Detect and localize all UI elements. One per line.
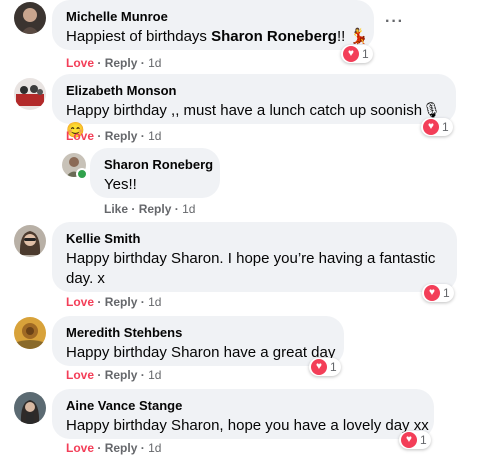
reply-button[interactable]: Reply <box>105 368 138 382</box>
reply-button[interactable]: Reply <box>105 295 138 309</box>
timestamp[interactable]: 1d <box>148 129 161 143</box>
comment-bubble: Elizabeth Monson Happy birthday ,, must … <box>52 74 456 139</box>
reply-button[interactable]: Reply <box>139 202 172 216</box>
comment-actions: Love · Reply · 1d <box>66 368 162 382</box>
reaction-summary[interactable]: ♥ 1 <box>341 45 373 63</box>
comment-bubble: Kellie Smith Happy birthday Sharon. I ho… <box>52 222 457 292</box>
more-horizontal-icon[interactable]: ··· <box>385 13 404 31</box>
reaction-summary[interactable]: ♥ 1 <box>422 284 454 302</box>
love-button[interactable]: Love <box>66 295 94 309</box>
love-button[interactable]: Love <box>66 56 94 70</box>
comment-author[interactable]: Kellie Smith <box>66 231 140 246</box>
avatar[interactable] <box>14 225 46 257</box>
online-status-indicator <box>76 168 88 180</box>
comment-bubble: Michelle Munroe Happiest of birthdays Sh… <box>52 0 374 50</box>
reply-button[interactable]: Reply <box>105 129 138 143</box>
comment-bubble: Sharon Roneberg Yes!! <box>90 148 220 198</box>
reaction-count: 1 <box>330 360 337 374</box>
reaction-summary[interactable]: ♥ 1 <box>421 118 453 136</box>
comment-author[interactable]: Michelle Munroe <box>66 9 168 24</box>
comment-actions: Love · Reply · 1d <box>66 441 162 455</box>
comment-bubble: Meredith Stehbens Happy birthday Sharon … <box>52 316 344 366</box>
comment-author[interactable]: Sharon Roneberg <box>104 157 213 172</box>
reply-button[interactable]: Reply <box>105 56 138 70</box>
heart-icon: ♥ <box>311 359 327 375</box>
reaction-summary[interactable]: ♥ 1 <box>309 358 341 376</box>
comment-actions: Love · Reply · 1d <box>66 56 162 70</box>
dancer-emoji: 💃 <box>349 28 369 45</box>
timestamp[interactable]: 1d <box>148 441 161 455</box>
comment-actions: Love · Reply · 1d <box>66 129 162 143</box>
comment-actions: Love · Reply · 1d <box>66 295 162 309</box>
love-button[interactable]: Love <box>66 129 94 143</box>
comment-author[interactable]: Elizabeth Monson <box>66 83 177 98</box>
timestamp[interactable]: 1d <box>182 202 195 216</box>
reply-button[interactable]: Reply <box>105 441 138 455</box>
comment-text: Happy birthday Sharon, hope you have a l… <box>66 417 429 434</box>
heart-icon: ♥ <box>423 119 439 135</box>
heart-icon: ♥ <box>343 46 359 62</box>
avatar[interactable] <box>14 78 46 110</box>
mentioned-user[interactable]: Sharon Roneberg <box>211 28 337 45</box>
comment-text: Happy birthday Sharon. I hope you’re hav… <box>66 250 436 287</box>
timestamp[interactable]: 1d <box>148 56 161 70</box>
reaction-count: 1 <box>420 433 427 447</box>
avatar[interactable] <box>14 317 46 349</box>
avatar[interactable] <box>14 392 46 424</box>
comment-text: Happy birthday Sharon have a great day <box>66 344 336 361</box>
like-button[interactable]: Like <box>104 202 128 216</box>
comment-text: Happiest of birthdays Sharon Roneberg!! … <box>66 28 369 45</box>
reaction-count: 1 <box>443 286 450 300</box>
avatar[interactable] <box>14 2 46 34</box>
heart-icon: ♥ <box>401 432 417 448</box>
timestamp[interactable]: 1d <box>148 295 161 309</box>
reaction-count: 1 <box>442 120 449 134</box>
reaction-summary[interactable]: ♥ 1 <box>399 431 431 449</box>
comment-actions: Like · Reply · 1d <box>104 202 196 216</box>
comment-text: Yes!! <box>104 176 137 193</box>
heart-icon: ♥ <box>424 285 440 301</box>
timestamp[interactable]: 1d <box>148 368 161 382</box>
reaction-count: 1 <box>362 47 369 61</box>
comment-author[interactable]: Aine Vance Stange <box>66 398 182 413</box>
comment-bubble: Aine Vance Stange Happy birthday Sharon,… <box>52 389 434 439</box>
comment-author[interactable]: Meredith Stehbens <box>66 325 182 340</box>
love-button[interactable]: Love <box>66 441 94 455</box>
love-button[interactable]: Love <box>66 368 94 382</box>
